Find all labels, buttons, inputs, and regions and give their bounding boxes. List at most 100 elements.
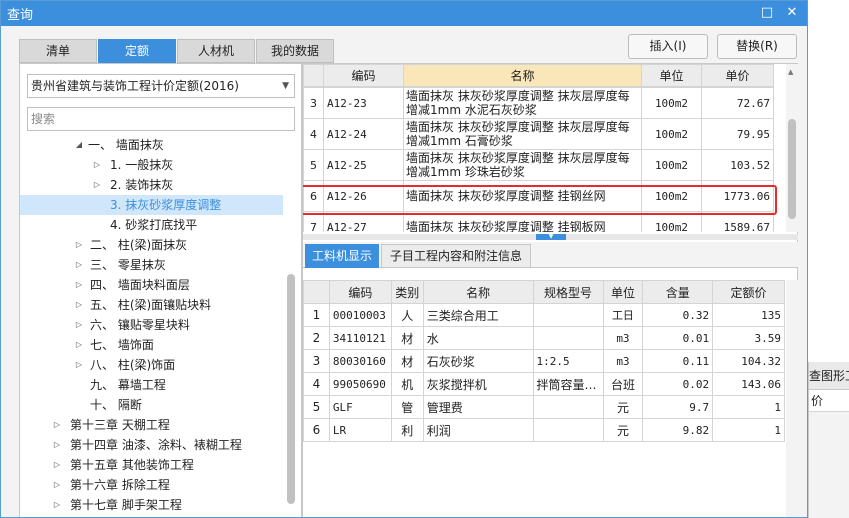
replace-button[interactable]: 替换(R) (717, 34, 797, 59)
resource-table-scrollbar[interactable] (786, 280, 798, 517)
tree-item[interactable]: ▷ 1. 一般抹灰 (20, 155, 283, 175)
tree-item[interactable]: ▷ 第十五章 其他装饰工程 (20, 455, 283, 475)
scroll-up-icon[interactable]: ▲ (788, 68, 793, 76)
caret-right-icon[interactable]: ▷ (74, 355, 84, 375)
caret-right-icon[interactable]: ▷ (52, 495, 62, 515)
tree-item[interactable]: ▷ 第十六章 拆除工程 (20, 475, 283, 495)
panel-splitter[interactable]: ▼ (303, 234, 798, 240)
caret-right-icon[interactable]: ▷ (74, 295, 84, 315)
header-name[interactable]: 名称 (403, 64, 642, 87)
caret-right-icon[interactable]: ▷ (52, 435, 62, 455)
close-icon[interactable]: ✕ (782, 3, 802, 23)
tree-item[interactable]: ▷ 八、 柱(梁)饰面 (20, 355, 283, 375)
tree-item[interactable]: ▷ 二、 柱(梁)面抹灰 (20, 235, 283, 255)
caret-down-icon[interactable]: ◢ (74, 135, 84, 155)
tree-item[interactable]: ▷ 七、 墙饰面 (20, 335, 283, 355)
header-unit[interactable]: 单位 (602, 280, 644, 304)
tree-scrollbar-thumb[interactable] (287, 274, 295, 504)
tree-item-label: 十、 隔断 (90, 398, 142, 412)
row-qty: 0.02 (642, 372, 714, 396)
tree-item-label: 六、 镶贴零星块料 (90, 318, 190, 332)
row-spec (532, 326, 604, 350)
caret-right-icon[interactable]: ▷ (52, 455, 62, 475)
tab-labor-material-machine[interactable]: 人材机 (177, 39, 255, 63)
row-qty: 9.7 (642, 395, 714, 419)
table-row[interactable]: 5 A12-25 墙面抹灰 抹灰砂浆厚度调整 抹灰层厚度每增减1mm 珍珠岩砂浆… (303, 149, 774, 181)
quota-table-scrollbar-thumb[interactable] (788, 119, 796, 219)
header-name[interactable]: 名称 (422, 280, 534, 304)
tree-item-label: 1. 一般抹灰 (110, 158, 174, 172)
tree-item[interactable]: ▷ 第十四章 油漆、涂料、裱糊工程 (20, 435, 283, 455)
row-category: 材 (390, 349, 424, 373)
table-row[interactable]: 4 99050690 机 灰浆搅拌机 拌筒容量… 台班 0.02 143.06 (303, 372, 785, 396)
row-code: A12-25 (323, 149, 404, 181)
row-price: 104.32 (712, 349, 785, 373)
header-qty[interactable]: 含量 (642, 280, 714, 304)
row-name: 墙面抹灰 抹灰砂浆厚度调整 抹灰层厚度每增减1mm 水泥石灰砂浆 (403, 87, 642, 119)
tree-item[interactable]: 九、 幕墙工程 (20, 375, 283, 395)
header-index (303, 280, 330, 304)
row-code: GLF (328, 395, 392, 419)
caret-right-icon[interactable]: ▷ (74, 275, 84, 295)
caret-right-icon[interactable]: ▷ (74, 255, 84, 275)
tree-item-selected[interactable]: 3. 抹灰砂浆厚度调整 (20, 195, 283, 215)
tree-item[interactable]: ▷ 三、 零星抹灰 (20, 255, 283, 275)
header-price[interactable]: 单价 (701, 64, 774, 87)
quota-table-container: 编码 名称 单位 单价 3 A12-23 墙面抹灰 抹灰砂浆厚度调整 抹灰层厚度… (303, 64, 785, 232)
tab-list[interactable]: 清单 (19, 39, 97, 63)
splitter-grip-icon[interactable]: ▼ (536, 234, 566, 240)
header-price[interactable]: 定额价 (712, 280, 785, 304)
tab-work-content-notes[interactable]: 子目工程内容和附注信息 (381, 244, 531, 268)
tree-item-label: 3. 抹灰砂浆厚度调整 (110, 198, 222, 212)
table-row[interactable]: 3 80030160 材 石灰砂浆 1:2.5 m3 0.11 104.32 (303, 349, 785, 373)
table-row[interactable]: 6 LR 利 利润 元 9.82 1 (303, 418, 785, 442)
row-code: 80030160 (328, 349, 392, 373)
tree-item[interactable]: ▷ 五、 柱(梁)面镶贴块料 (20, 295, 283, 315)
header-code[interactable]: 编码 (328, 280, 392, 304)
tree-item[interactable]: ▷ 2. 装饰抹灰 (20, 175, 283, 195)
tree-item[interactable]: ▷ 六、 镶贴零星块料 (20, 315, 283, 335)
header-category[interactable]: 类别 (390, 280, 424, 304)
row-unit: 100m2 (641, 149, 702, 181)
table-row[interactable]: 3 A12-23 墙面抹灰 抹灰砂浆厚度调整 抹灰层厚度每增减1mm 水泥石灰砂… (303, 87, 774, 119)
table-row[interactable]: 4 A12-24 墙面抹灰 抹灰砂浆厚度调整 抹灰层厚度每增减1mm 石膏砂浆 … (303, 118, 774, 150)
tab-resource-display[interactable]: 工料机显示 (305, 244, 379, 268)
caret-right-icon[interactable]: ▷ (74, 235, 84, 255)
header-spec[interactable]: 规格型号 (532, 280, 604, 304)
row-index: 5 (303, 395, 330, 419)
maximize-icon[interactable]: □ (757, 3, 777, 23)
caret-right-icon[interactable]: ▷ (52, 415, 62, 435)
caret-right-icon[interactable]: ▷ (92, 175, 102, 195)
row-unit: 100m2 (641, 118, 702, 150)
table-row[interactable]: 2 34110121 材 水 m3 0.01 3.59 (303, 326, 785, 350)
background-window-title[interactable]: 查图形工 (809, 362, 849, 390)
table-row[interactable]: 5 GLF 管 管理费 元 9.7 1 (303, 395, 785, 419)
tree-item-label: 第十四章 油漆、涂料、裱糊工程 (70, 438, 242, 452)
insert-button[interactable]: 插入(I) (628, 34, 708, 59)
header-unit[interactable]: 单位 (641, 64, 702, 87)
search-input[interactable] (27, 107, 295, 131)
tree-item[interactable]: ▷ 四、 墙面块料面层 (20, 275, 283, 295)
header-code[interactable]: 编码 (323, 64, 404, 87)
caret-right-icon[interactable]: ▷ (92, 155, 102, 175)
caret-right-icon[interactable]: ▷ (74, 335, 84, 355)
background-window-row: 价 (809, 390, 849, 412)
tree-scrollbar[interactable] (285, 264, 297, 514)
tree-item[interactable]: ▷ 第十三章 天棚工程 (20, 415, 283, 435)
caret-right-icon[interactable]: ▷ (52, 475, 62, 495)
tab-my-data[interactable]: 我的数据 (256, 39, 334, 63)
title-bar[interactable]: 查询 □ ✕ (1, 1, 807, 26)
table-row[interactable]: 1 00010003 人 三类综合用工 工日 0.32 135 (303, 303, 785, 327)
tree-item[interactable]: 4. 砂浆打底找平 (20, 215, 283, 235)
tree-item[interactable]: ◢ 一、 墙面抹灰 (20, 135, 283, 155)
row-unit: m3 (602, 326, 644, 350)
tree-item-label: 第十三章 天棚工程 (70, 418, 170, 432)
row-qty: 0.32 (642, 303, 714, 327)
tree-item[interactable]: ▷ 第十七章 脚手架工程 (20, 495, 283, 515)
row-price: 1 (712, 395, 785, 419)
tab-quota[interactable]: 定额 (98, 39, 176, 63)
quota-table-scrollbar[interactable]: ▲ (786, 64, 798, 232)
tree-item[interactable]: 十、 隔断 (20, 395, 283, 415)
library-select[interactable]: 贵州省建筑与装饰工程计价定额(2016) ▼ (27, 74, 295, 98)
caret-right-icon[interactable]: ▷ (74, 315, 84, 335)
